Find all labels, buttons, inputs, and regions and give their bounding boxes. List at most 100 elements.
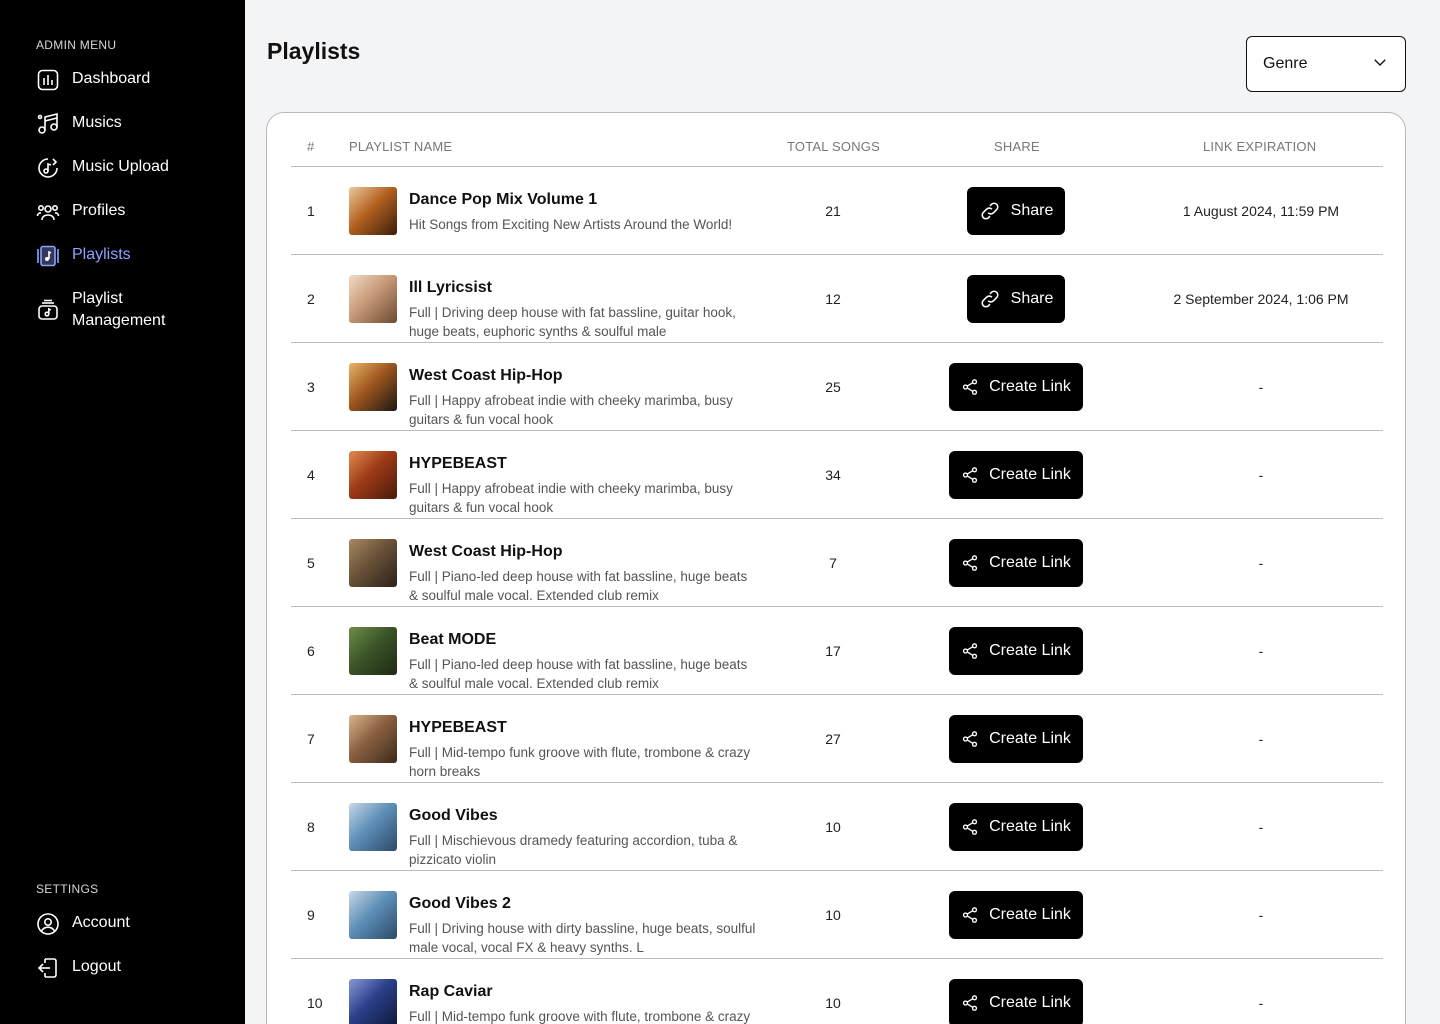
dashboard-icon	[36, 68, 60, 92]
total-songs: 10	[825, 995, 841, 1011]
button-label: Create Link	[989, 818, 1071, 835]
share-cell: Create Link	[911, 959, 1121, 1024]
table-row[interactable]: 7 HYPEBEAST Full | Mid-tempo funk groove w…	[291, 695, 1383, 783]
total-songs: 21	[825, 203, 841, 219]
sidebar-item-label: Logout	[72, 958, 121, 975]
profiles-icon	[36, 200, 60, 224]
create-link-button[interactable]: Create Link	[949, 803, 1083, 851]
sidebar-item-music-upload[interactable]: Music Upload	[36, 156, 169, 180]
table-row[interactable]: 5 West Coast Hip-Hop Full | Piano-led deep…	[291, 519, 1383, 607]
playlist-cover-image	[349, 539, 397, 587]
create-link-button[interactable]: Create Link	[949, 715, 1083, 763]
button-label: Create Link	[989, 642, 1071, 659]
button-label: Create Link	[989, 994, 1071, 1011]
link-expiration: -	[1258, 731, 1264, 747]
sidebar-item-label: Account	[72, 914, 130, 931]
button-label: Create Link	[989, 378, 1071, 395]
playlist-cover-image	[349, 363, 397, 411]
genre-select[interactable]: Genre	[1246, 36, 1406, 92]
create-link-button[interactable]: Create Link	[949, 627, 1083, 675]
playlist-name[interactable]: West Coast Hip-Hop	[409, 543, 562, 561]
page-title: Playlists	[267, 38, 361, 64]
total-songs: 12	[825, 291, 841, 307]
table-row[interactable]: 6 Beat MODE Full | Piano-led deep house wi…	[291, 607, 1383, 695]
table-body: 1 Dance Pop Mix Volume 1 Hit Songs from Ex…	[291, 167, 1383, 1024]
share-button[interactable]: Share	[966, 187, 1066, 235]
header-total-songs: TOTAL SONGS	[787, 139, 880, 154]
total-songs: 10	[825, 819, 841, 835]
playlist-management-icon	[36, 298, 60, 322]
sidebar-item-logout[interactable]: Logout	[36, 956, 121, 980]
playlist-description: Full | Happy afrobeat indie with cheeky …	[409, 481, 733, 515]
playlist-cover-image	[349, 187, 397, 235]
create-link-button[interactable]: Create Link	[949, 891, 1083, 939]
create-link-button[interactable]: Create Link	[949, 539, 1083, 587]
playlist-name[interactable]: Beat MODE	[409, 631, 496, 649]
share-nodes-icon	[961, 642, 979, 660]
table-row[interactable]: 10 Rap Caviar Full | Mid-tempo funk groove…	[291, 959, 1383, 1024]
playlist-name[interactable]: HYPEBEAST	[409, 455, 507, 473]
logout-icon	[36, 956, 60, 980]
sidebar-item-account[interactable]: Account	[36, 912, 130, 936]
share-nodes-icon	[961, 554, 979, 572]
button-label: Share	[1010, 290, 1054, 307]
share-button[interactable]: Share	[966, 275, 1066, 323]
row-index: 1	[307, 203, 315, 219]
sidebar-item-profiles[interactable]: Profiles	[36, 200, 125, 224]
row-index: 3	[307, 379, 315, 395]
link-expiration: -	[1258, 907, 1264, 923]
playlist-name[interactable]: Dance Pop Mix Volume 1	[409, 191, 597, 209]
table-row[interactable]: 1 Dance Pop Mix Volume 1 Hit Songs from Ex…	[291, 167, 1383, 255]
playlist-name[interactable]: West Coast Hip-Hop	[409, 367, 562, 385]
share-cell: Share	[911, 167, 1121, 255]
share-cell: Share	[911, 255, 1121, 343]
share-nodes-icon	[961, 906, 979, 924]
sidebar-item-playlists[interactable]: Playlists	[36, 244, 131, 268]
playlist-name[interactable]: Good Vibes 2	[409, 895, 511, 913]
create-link-button[interactable]: Create Link	[949, 979, 1083, 1024]
playlists-icon	[36, 244, 60, 268]
table-row[interactable]: 9 Good Vibes 2 Full | Driving house with d…	[291, 871, 1383, 959]
table-row[interactable]: 3 West Coast Hip-Hop Full | Happy afrobeat…	[291, 343, 1383, 431]
sidebar: ADMIN MENU Dashboard Musics Music Upload…	[0, 0, 245, 1024]
table-row[interactable]: 8 Good Vibes Full | Mischievous dramedy fe…	[291, 783, 1383, 871]
link-expiration: -	[1258, 379, 1264, 395]
table-row[interactable]: 4 HYPEBEAST Full | Happy afrobeat indie wi…	[291, 431, 1383, 519]
button-label: Share	[1010, 202, 1054, 219]
row-index: 2	[307, 291, 315, 307]
playlists-table-card: # PLAYLIST NAME TOTAL SONGS SHARE LINK E…	[266, 112, 1406, 1024]
table-row[interactable]: 2 Ill Lyricsist Full | Driving deep house …	[291, 255, 1383, 343]
playlist-name[interactable]: Rap Caviar	[409, 983, 493, 1001]
row-index: 9	[307, 907, 315, 923]
row-index: 5	[307, 555, 315, 571]
row-index: 8	[307, 819, 315, 835]
sidebar-item-musics[interactable]: Musics	[36, 112, 122, 136]
playlist-name[interactable]: HYPEBEAST	[409, 719, 507, 737]
sidebar-item-dashboard[interactable]: Dashboard	[36, 68, 150, 92]
header-index: #	[307, 139, 315, 154]
sidebar-item-playlist-management[interactable]: Playlist Management	[36, 288, 182, 332]
create-link-button[interactable]: Create Link	[949, 451, 1083, 499]
playlist-name[interactable]: Good Vibes	[409, 807, 498, 825]
total-songs: 27	[825, 731, 841, 747]
sidebar-item-label: Profiles	[72, 202, 126, 219]
button-label: Create Link	[989, 906, 1071, 923]
music-notes-icon	[36, 112, 60, 136]
total-songs: 17	[825, 643, 841, 659]
share-nodes-icon	[961, 466, 979, 484]
playlist-description: Hit Songs from Exciting New Artists Arou…	[409, 217, 733, 232]
playlist-description: Full | Mischievous dramedy featuring acc…	[409, 833, 738, 867]
playlist-cover-image	[349, 891, 397, 939]
share-nodes-icon	[961, 994, 979, 1012]
genre-select-value: Genre	[1263, 55, 1308, 72]
total-songs: 34	[825, 467, 841, 483]
playlist-name[interactable]: Ill Lyricsist	[409, 279, 492, 297]
header-share: SHARE	[994, 139, 1040, 154]
button-label: Create Link	[989, 466, 1071, 483]
button-label: Create Link	[989, 730, 1071, 747]
music-upload-icon	[36, 156, 60, 180]
create-link-button[interactable]: Create Link	[949, 363, 1083, 411]
total-songs: 7	[829, 555, 837, 571]
playlist-description: Full | Mid-tempo funk groove with flute,…	[409, 745, 751, 779]
table-header: # PLAYLIST NAME TOTAL SONGS SHARE LINK E…	[291, 113, 1383, 167]
